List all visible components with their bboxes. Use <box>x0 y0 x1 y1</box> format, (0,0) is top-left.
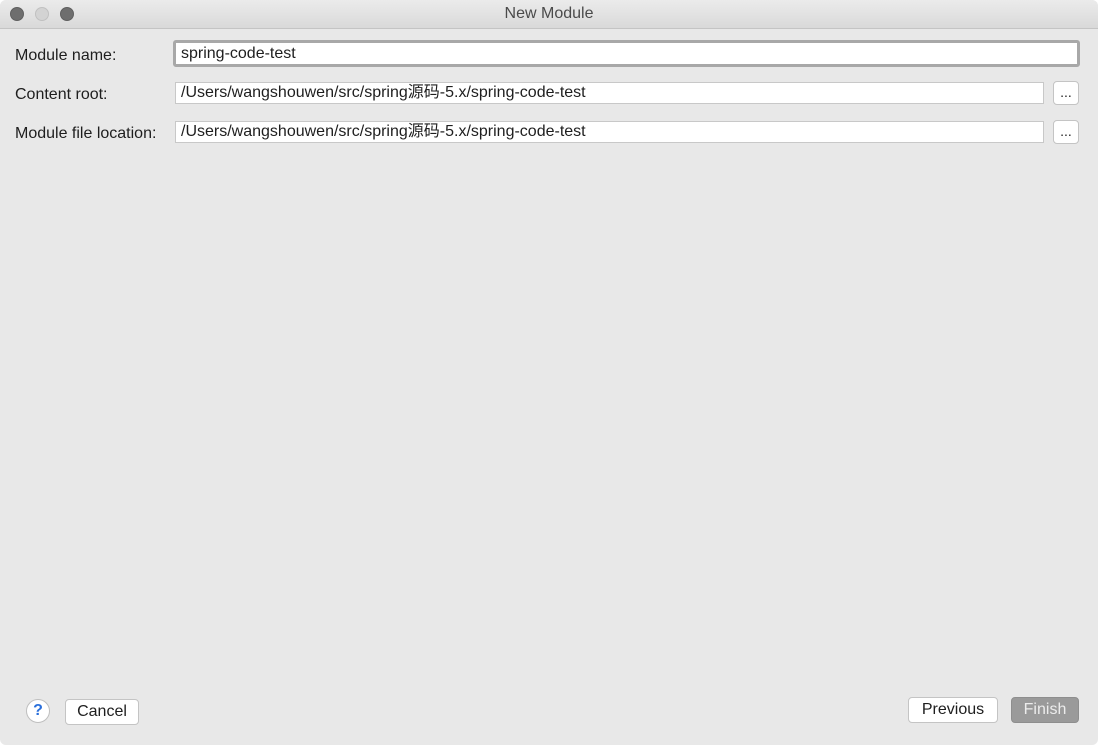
window-title: New Module <box>504 5 594 22</box>
content-root-label: Content root: <box>15 86 108 103</box>
cancel-button[interactable]: Cancel <box>65 699 139 725</box>
module-name-label: Module name: <box>15 47 117 64</box>
title-bar: New Module <box>0 0 1098 29</box>
module-file-location-input[interactable]: /Users/wangshouwen/src/spring源码-5.x/spri… <box>175 121 1044 143</box>
module-file-location-browse-button[interactable]: ... <box>1053 120 1079 144</box>
module-name-input[interactable]: spring-code-test <box>173 40 1080 67</box>
previous-button[interactable]: Previous <box>908 697 998 723</box>
module-file-location-label: Module file location: <box>15 125 157 142</box>
help-icon[interactable]: ? <box>26 699 50 723</box>
new-module-dialog: New Module Module name: spring-code-test… <box>0 0 1098 745</box>
finish-button[interactable]: Finish <box>1011 697 1079 723</box>
content-root-input[interactable]: /Users/wangshouwen/src/spring源码-5.x/spri… <box>175 82 1044 104</box>
content-root-browse-button[interactable]: ... <box>1053 81 1079 105</box>
